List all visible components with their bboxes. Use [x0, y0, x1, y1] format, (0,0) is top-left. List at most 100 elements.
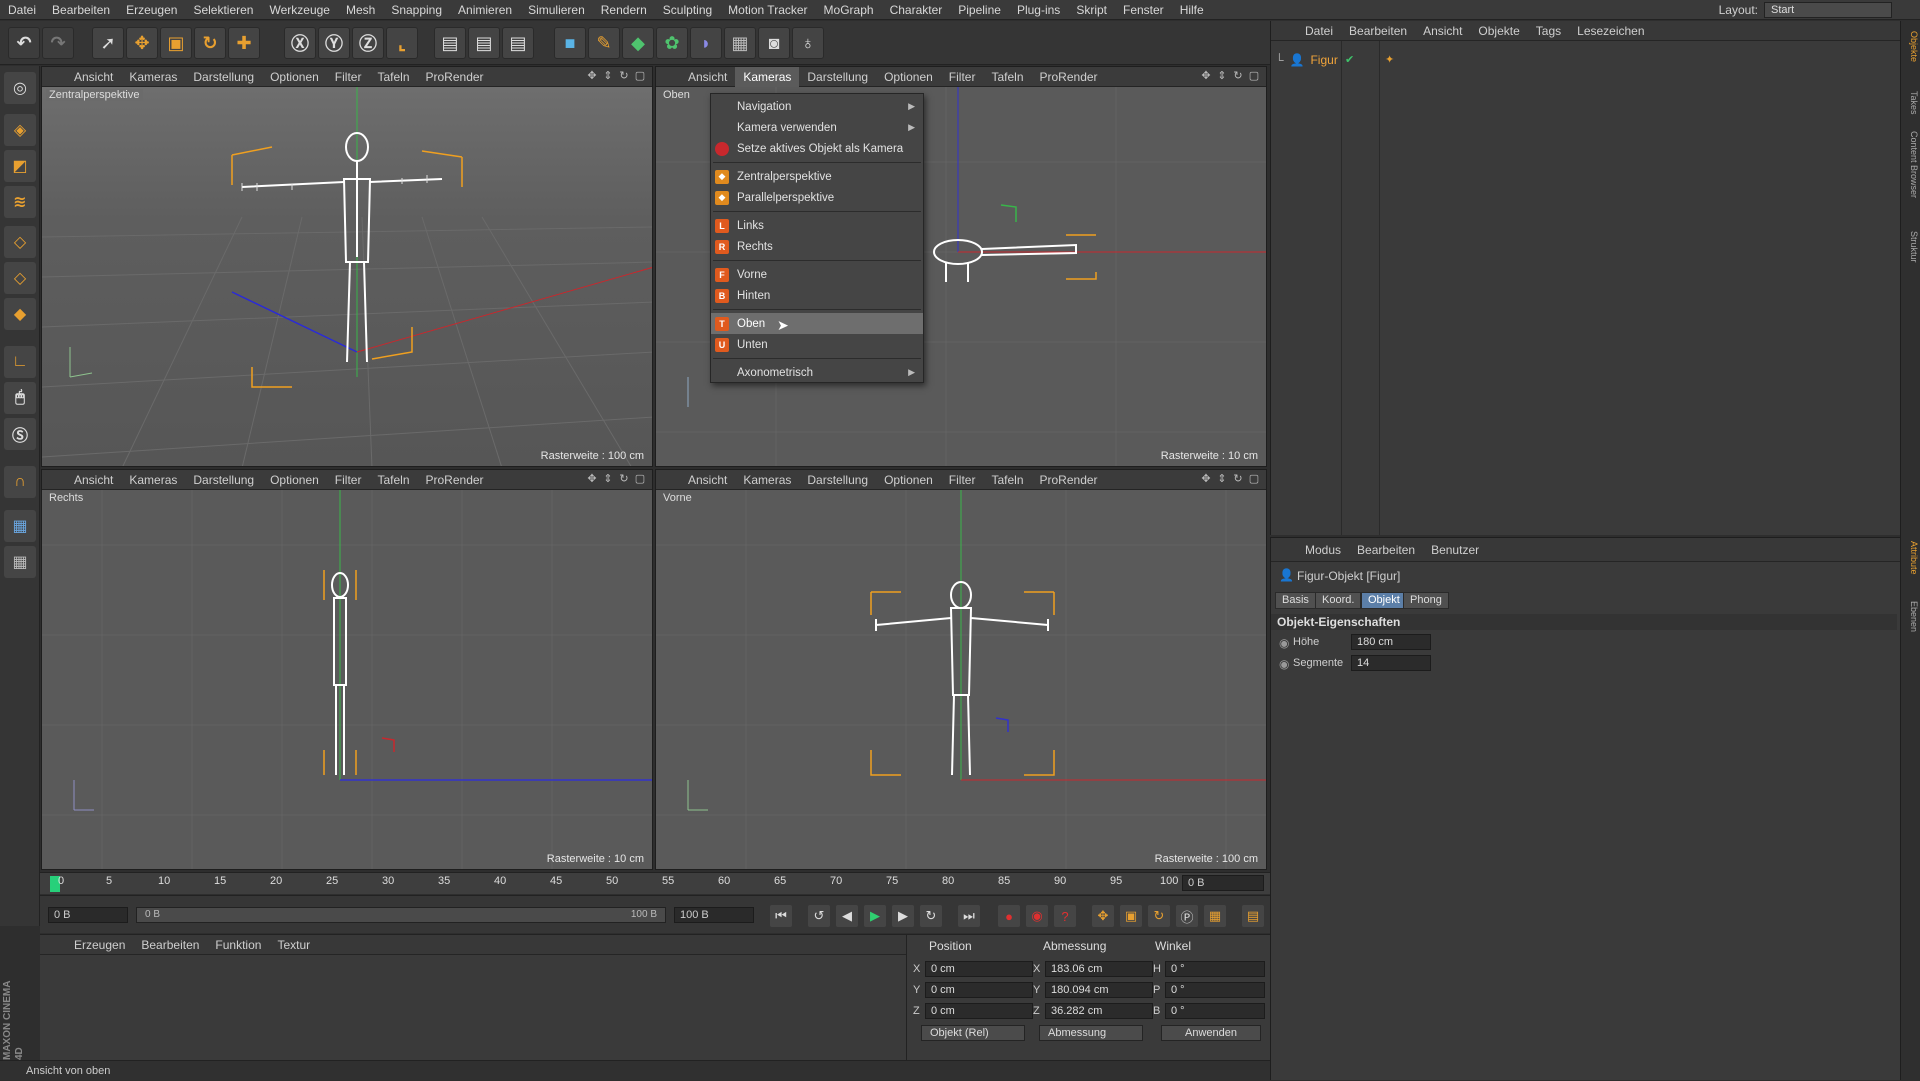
record-scale-icon[interactable]: ▣ [1120, 905, 1142, 927]
height-field[interactable]: 180 cm [1351, 634, 1431, 650]
end-frame-field[interactable]: 100 B [674, 907, 754, 923]
magnet-icon[interactable]: ∩ [4, 466, 36, 498]
menu-item-zentralperspektive[interactable]: ◆ Zentralperspektive [711, 166, 923, 187]
position-z-field[interactable]: 0 cm [925, 1003, 1033, 1019]
live-select-icon[interactable]: ✚ [228, 27, 260, 59]
pan-icon[interactable]: ✥ [1200, 70, 1212, 82]
next-frame-icon[interactable]: ▶ [892, 905, 914, 927]
side-tab-objekte[interactable]: Objekte [1903, 31, 1919, 62]
menu-item-hinten[interactable]: B Hinten [711, 285, 923, 306]
menu-item-axonometrisch[interactable]: Axonometrisch ▶ [711, 362, 923, 383]
vp-menu-tafeln[interactable]: Tafeln [983, 67, 1031, 87]
record-icon[interactable]: ● [998, 905, 1020, 927]
obj-menu-datei[interactable]: Datei [1297, 21, 1341, 41]
vp-menu-tafeln[interactable]: Tafeln [369, 470, 417, 490]
tweak-mode-icon[interactable]: 🖱 [4, 382, 36, 414]
side-tab-ebenen[interactable]: Ebenen [1903, 601, 1919, 632]
maximize-icon[interactable]: ▢ [634, 70, 646, 82]
workplane-lock-icon[interactable]: ▦ [4, 510, 36, 542]
redo-icon[interactable]: ↷ [42, 27, 74, 59]
y-axis-icon[interactable]: Ⓨ [318, 27, 350, 59]
layout-select[interactable]: Start [1764, 2, 1892, 18]
vp-menu-kameras[interactable]: Kameras [735, 67, 800, 87]
menu-simulieren[interactable]: Simulieren [520, 0, 593, 20]
polygons-mode-icon[interactable]: ◆ [4, 298, 36, 330]
orbit-icon[interactable]: ↻ [618, 70, 630, 82]
vp-menu-kameras[interactable]: Kameras [121, 67, 185, 87]
position-x-field[interactable]: 0 cm [925, 961, 1033, 977]
maximize-icon[interactable]: ▢ [1248, 473, 1260, 485]
orbit-icon[interactable]: ↻ [618, 473, 630, 485]
deformer-icon[interactable]: ◗ [690, 27, 722, 59]
vp-menu-tafeln[interactable]: Tafeln [983, 470, 1031, 490]
viewport-front[interactable]: Ansicht Kameras Darstellung Optionen Fil… [655, 469, 1267, 870]
menu-animieren[interactable]: Animieren [450, 0, 520, 20]
obj-menu-ansicht[interactable]: Ansicht [1415, 21, 1470, 41]
mat-menu-textur[interactable]: Textur [269, 935, 318, 955]
mat-menu-erzeugen[interactable]: Erzeugen [66, 935, 133, 955]
tab-basis[interactable]: Basis [1275, 592, 1316, 609]
viewport-right[interactable]: Ansicht Kameras Darstellung Optionen Fil… [41, 469, 653, 870]
workplane-icon[interactable]: ≋ [4, 186, 36, 218]
pan-icon[interactable]: ✥ [1200, 473, 1212, 485]
next-key-icon[interactable]: ↻ [920, 905, 942, 927]
menu-skript[interactable]: Skript [1068, 0, 1115, 20]
grid-snap-icon[interactable]: ▦ [4, 546, 36, 578]
menu-item-vorne[interactable]: F Vorne [711, 264, 923, 285]
attr-menu-bearbeiten[interactable]: Bearbeiten [1349, 540, 1423, 560]
menu-pipeline[interactable]: Pipeline [950, 0, 1009, 20]
menu-datei[interactable]: Datei [0, 0, 44, 20]
vp-menu-ansicht[interactable]: Ansicht [680, 470, 735, 490]
tab-koord[interactable]: Koord. [1315, 592, 1362, 609]
orbit-icon[interactable]: ↻ [1232, 70, 1244, 82]
scale-tool-icon[interactable]: ▣ [160, 27, 192, 59]
dolly-icon[interactable]: ⇕ [602, 473, 614, 485]
menu-motion-tracker[interactable]: Motion Tracker [720, 0, 815, 20]
vp-menu-prorender[interactable]: ProRender [418, 67, 492, 87]
menu-item-rechts[interactable]: R Rechts [711, 236, 923, 257]
dolly-icon[interactable]: ⇕ [1216, 473, 1228, 485]
side-tab-attribute[interactable]: Attribute [1903, 541, 1919, 575]
previous-frame-icon[interactable]: ◀ [836, 905, 858, 927]
edges-mode-icon[interactable]: ◇ [4, 262, 36, 294]
vp-menu-filter[interactable]: Filter [327, 470, 370, 490]
rotation-p-field[interactable]: 0 ° [1165, 982, 1265, 998]
menu-mograph[interactable]: MoGraph [816, 0, 882, 20]
side-tab-takes[interactable]: Takes [1903, 91, 1919, 115]
position-y-field[interactable]: 0 cm [925, 982, 1033, 998]
snap-icon[interactable]: Ⓢ [4, 418, 36, 450]
preview-range-slider[interactable]: 0 B 100 B [136, 907, 666, 923]
model-mode-icon[interactable]: ◈ [4, 114, 36, 146]
keyframe-selection-icon[interactable]: ? [1054, 905, 1076, 927]
start-frame-field[interactable]: 0 B [48, 907, 128, 923]
attr-menu-benutzer[interactable]: Benutzer [1423, 540, 1487, 560]
light-icon[interactable]: ♁ [792, 27, 824, 59]
record-position-icon[interactable]: ✥ [1092, 905, 1114, 927]
rotation-h-field[interactable]: 0 ° [1165, 961, 1265, 977]
menu-charakter[interactable]: Charakter [882, 0, 951, 20]
vp-menu-darstellung[interactable]: Darstellung [185, 67, 262, 87]
menu-item-navigation[interactable]: Navigation ▶ [711, 96, 923, 117]
radio-icon[interactable]: ◉ [1279, 657, 1289, 671]
vp-menu-prorender[interactable]: ProRender [1032, 67, 1106, 87]
tag-icon[interactable]: ✦ [1385, 53, 1394, 66]
menu-mesh[interactable]: Mesh [338, 0, 383, 20]
undo-icon[interactable]: ↶ [8, 27, 40, 59]
render-settings-icon[interactable]: ▤ [502, 27, 534, 59]
vp-menu-ansicht[interactable]: Ansicht [66, 67, 121, 87]
side-tab-struktur[interactable]: Struktur [1903, 231, 1919, 263]
vp-menu-kameras[interactable]: Kameras [121, 470, 185, 490]
object-row-figur[interactable]: └ 👤 Figur [1275, 51, 1395, 69]
vp-menu-filter[interactable]: Filter [941, 67, 984, 87]
mat-menu-bearbeiten[interactable]: Bearbeiten [133, 935, 207, 955]
size-z-field[interactable]: 36.282 cm [1045, 1003, 1153, 1019]
viewport-perspective[interactable]: Ansicht Kameras Darstellung Optionen Fil… [41, 66, 653, 467]
make-editable-icon[interactable]: ◎ [4, 72, 36, 104]
record-rotation-icon[interactable]: ↻ [1148, 905, 1170, 927]
menu-item-setze-aktives-objekt[interactable]: Setze aktives Objekt als Kamera [711, 138, 923, 159]
menu-item-kamera-verwenden[interactable]: Kamera verwenden ▶ [711, 117, 923, 138]
segments-field[interactable]: 14 [1351, 655, 1431, 671]
points-mode-icon[interactable]: ◇ [4, 226, 36, 258]
menu-item-unten[interactable]: U Unten [711, 334, 923, 355]
move-tool-icon[interactable]: ✥ [126, 27, 158, 59]
